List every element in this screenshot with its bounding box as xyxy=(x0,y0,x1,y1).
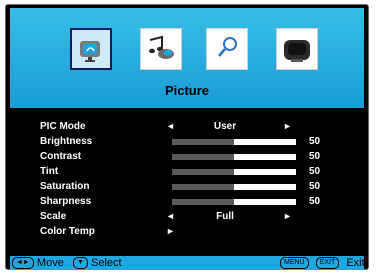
tint-fill xyxy=(172,169,234,175)
tint-slider[interactable] xyxy=(172,169,296,175)
saturation-fill xyxy=(172,184,234,190)
move-label: Move xyxy=(36,257,64,269)
setting-row-pic-mode[interactable]: PIC Mode ◄ User ► xyxy=(0,121,376,135)
saturation-value: 50 xyxy=(309,181,321,192)
sharpness-slider[interactable] xyxy=(172,199,296,205)
section-title: Picture xyxy=(164,83,210,98)
contrast-value: 50 xyxy=(309,151,321,162)
setting-row-tint[interactable]: Tint 50 xyxy=(0,166,376,180)
brightness-slider[interactable] xyxy=(172,139,296,145)
contrast-label: Contrast xyxy=(40,151,82,162)
menu-tab-search[interactable] xyxy=(206,28,248,70)
tv-osd-screen: Picture PIC Mode ◄ User ► Brightness 50 … xyxy=(0,0,376,274)
menu-key: MENU xyxy=(280,257,309,270)
tv-icon xyxy=(284,40,310,62)
setting-row-color-temp[interactable]: Color Temp ► xyxy=(0,226,376,240)
tint-value: 50 xyxy=(309,166,321,177)
search-icon xyxy=(218,37,237,57)
setting-row-saturation[interactable]: Saturation 50 xyxy=(0,181,376,195)
arrow-right-icon[interactable]: ► xyxy=(283,211,292,221)
tint-label: Tint xyxy=(40,166,59,177)
menu-tab-picture[interactable] xyxy=(70,28,112,70)
sharpness-label: Sharpness xyxy=(40,196,92,207)
setting-row-sharpness[interactable]: Sharpness 50 xyxy=(0,196,376,210)
menu-tab-tv[interactable] xyxy=(276,28,318,70)
move-hint: ◄► Move xyxy=(12,256,64,270)
arrow-right-icon[interactable]: ► xyxy=(283,121,292,131)
contrast-slider[interactable] xyxy=(172,154,296,160)
brightness-label: Brightness xyxy=(40,136,93,147)
select-hint: ▼ Select xyxy=(73,256,122,270)
pic-mode-label: PIC Mode xyxy=(40,121,86,132)
sharpness-fill xyxy=(172,199,234,205)
scale-value: Full xyxy=(216,211,234,222)
contrast-fill xyxy=(172,154,234,160)
pic-mode-value: User xyxy=(213,121,237,132)
setting-row-scale[interactable]: Scale ◄ Full ► xyxy=(0,211,376,225)
arrow-left-icon[interactable]: ◄ xyxy=(166,211,175,221)
select-label: Select xyxy=(91,257,122,269)
setting-row-contrast[interactable]: Contrast 50 xyxy=(0,151,376,165)
setting-row-brightness[interactable]: Brightness 50 xyxy=(0,136,376,150)
color-temp-label: Color Temp xyxy=(40,226,95,237)
brightness-value: 50 xyxy=(309,136,321,147)
brightness-fill xyxy=(172,139,234,145)
exit-label: Exit xyxy=(346,257,365,269)
exit-key: EXIT xyxy=(315,257,340,270)
saturation-slider[interactable] xyxy=(172,184,296,190)
scale-label: Scale xyxy=(40,211,67,222)
arrow-right-icon[interactable]: ► xyxy=(166,226,175,236)
saturation-label: Saturation xyxy=(40,181,90,192)
sharpness-value: 50 xyxy=(309,196,321,207)
menu-tab-audio[interactable] xyxy=(140,28,182,70)
down-key-icon: ▼ xyxy=(73,257,88,270)
picture-icon xyxy=(80,41,100,62)
left-right-key-icon: ◄► xyxy=(12,257,34,270)
hint-bar: ◄► Move ▼ Select MENU EXIT Exit xyxy=(10,256,365,270)
arrow-left-icon[interactable]: ◄ xyxy=(166,121,175,131)
exit-hint: MENU EXIT Exit xyxy=(280,256,365,270)
audio-icon xyxy=(149,35,174,59)
